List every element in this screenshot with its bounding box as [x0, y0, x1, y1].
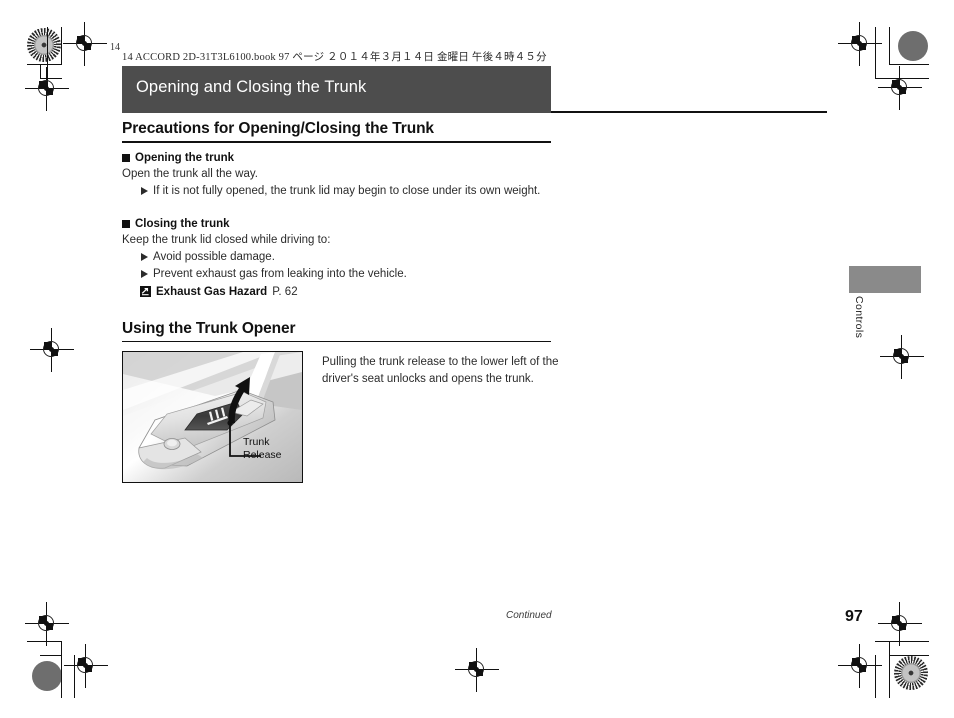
registration-mark-mid-right — [880, 335, 924, 379]
chapter-title-rule — [551, 111, 827, 113]
side-tab-marker — [849, 266, 921, 293]
list-item-text: Avoid possible damage. — [153, 250, 275, 263]
square-bullet-icon — [122, 153, 130, 162]
square-bullet-icon — [122, 219, 130, 228]
side-tab-label: Controls — [853, 296, 865, 339]
lead-text-closing: Keep the trunk lid closed while driving … — [122, 233, 331, 246]
subheading-opening-the-trunk: Opening the trunk — [122, 152, 828, 164]
chapter-title-bar: Opening and Closing the Trunk — [122, 66, 551, 113]
registration-mark-mid-left — [30, 328, 74, 372]
continued-label: Continued — [506, 610, 552, 621]
section-heading-trunk-opener: Using the Trunk Opener — [122, 319, 296, 337]
triangle-bullet-icon — [141, 187, 148, 196]
book-file-info-line: 14 ACCORD 2D-31T3L6100.book 97 ページ ２０１４年… — [122, 52, 547, 63]
section-rule — [122, 141, 551, 143]
section-heading-precautions: Precautions for Opening/Closing the Trun… — [122, 120, 434, 137]
target-circle-top-left — [27, 28, 61, 62]
list-item: Prevent exhaust gas from leaking into th… — [141, 266, 828, 283]
page-number: 97 — [845, 608, 863, 625]
chapter-title: Opening and Closing the Trunk — [136, 78, 367, 96]
registration-mark-top-right-lower — [878, 66, 922, 110]
jump-arrow-icon — [140, 286, 151, 298]
subheading-label: Closing the trunk — [135, 217, 230, 230]
figure-callout-line-1: Trunk — [243, 436, 270, 449]
trunk-release-illustration: Trunk Release — [122, 351, 303, 484]
figure-callout-line-2: Release — [243, 449, 282, 462]
cross-reference-title: Exhaust Gas Hazard — [156, 285, 268, 298]
subheading-label: Opening the trunk — [135, 151, 235, 164]
registration-mark-bottom-left — [25, 602, 69, 646]
registration-mark-top-right — [838, 22, 882, 66]
section-rule — [122, 340, 551, 343]
list-item-text: If it is not fully opened, the trunk lid… — [153, 184, 541, 197]
triangle-bullet-icon — [141, 253, 148, 262]
figure-row: Trunk Release Pulling the trunk release … — [122, 351, 828, 484]
bullet-list-closing: Avoid possible damage. Prevent exhaust g… — [122, 249, 828, 283]
manual-page: 14 14 ACCORD 2D-31T3L6100.book 97 ページ ２０… — [0, 0, 954, 718]
cross-reference-page: P. 62 — [272, 285, 298, 298]
figure-callout: Trunk Release — [243, 436, 297, 462]
list-item-text: Prevent exhaust gas from leaking into th… — [153, 267, 407, 280]
subsection-opening-the-trunk: Opening the trunk Open the trunk all the… — [122, 152, 828, 200]
corner-mark-label: 14 — [110, 42, 120, 53]
subheading-closing-the-trunk: Closing the trunk — [122, 218, 828, 230]
trunk-opener-description: Pulling the trunk release to the lower l… — [322, 356, 559, 385]
subsection-closing-the-trunk: Closing the trunk Keep the trunk lid clo… — [122, 218, 828, 300]
cross-reference-exhaust-gas-hazard[interactable]: Exhaust Gas Hazard P. 62 — [122, 284, 828, 300]
list-item: Avoid possible damage. — [141, 249, 828, 266]
target-circle-bottom-right — [894, 656, 928, 690]
lead-text-opening: Open the trunk all the way. — [122, 167, 258, 180]
registration-mark-bottom-left-right — [64, 644, 108, 688]
registration-mark-top-left-lower — [25, 67, 69, 111]
registration-mark-top-left-inner — [63, 22, 107, 66]
gray-circle-top-right — [898, 31, 928, 61]
gray-circle-bottom-left — [32, 661, 62, 691]
registration-mark-bottom-center — [455, 648, 499, 692]
registration-mark-bottom-right — [878, 602, 922, 646]
triangle-bullet-icon — [141, 270, 148, 279]
page-content: Precautions for Opening/Closing the Trun… — [122, 120, 828, 484]
bullet-list-opening: If it is not fully opened, the trunk lid… — [122, 183, 828, 200]
list-item: If it is not fully opened, the trunk lid… — [141, 183, 828, 200]
